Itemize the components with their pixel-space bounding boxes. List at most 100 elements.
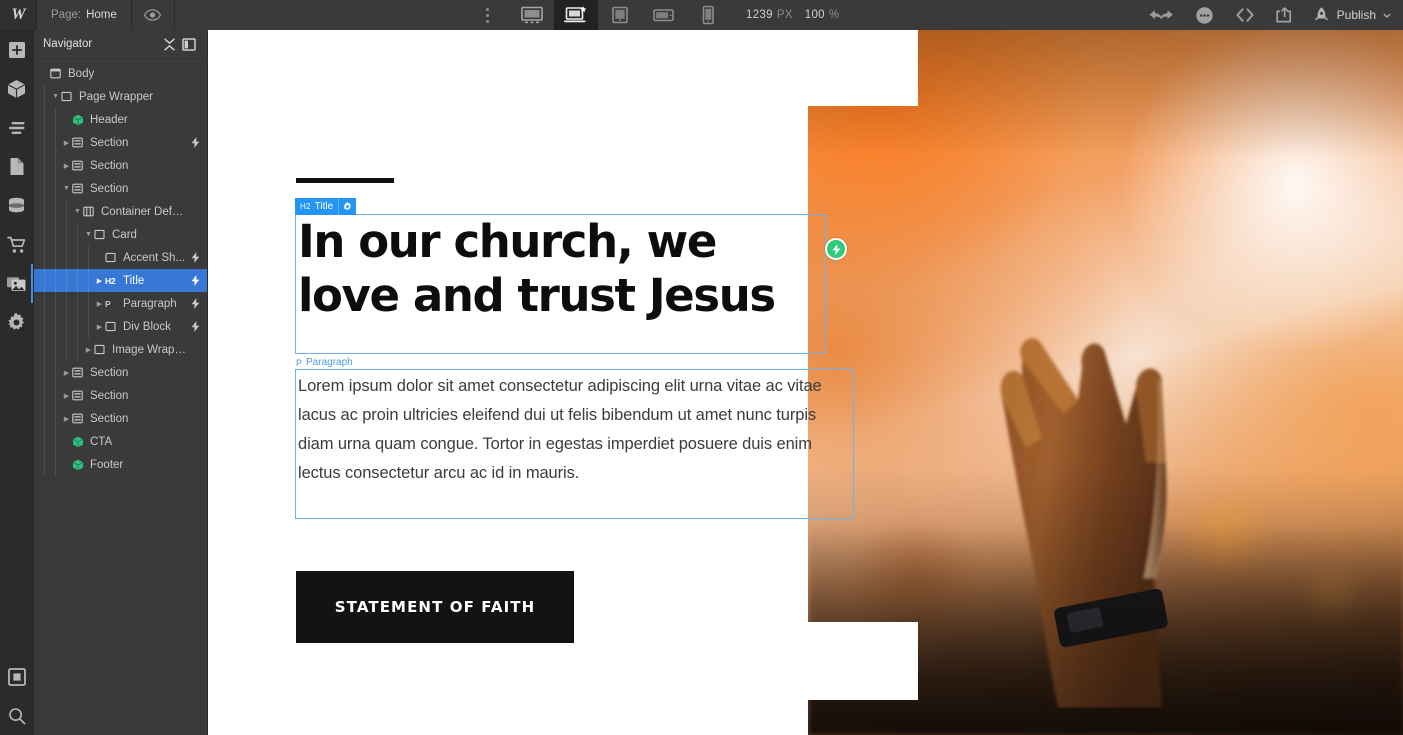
rail-assets[interactable] xyxy=(0,264,33,303)
gear-icon[interactable] xyxy=(338,198,356,215)
navigator-item-label: Footer xyxy=(90,458,124,471)
disclosure-arrow[interactable]: ▼ xyxy=(50,93,61,100)
device-tablet-button[interactable] xyxy=(598,0,642,30)
body-icon xyxy=(50,68,65,79)
interaction-bolt-icon xyxy=(189,252,201,263)
navigator-item-image-wrapper[interactable]: ▶ Image Wrapper xyxy=(33,338,207,361)
interaction-bolt-icon xyxy=(189,137,201,148)
canvas-options-button[interactable] xyxy=(464,0,510,30)
navigator-tree: Body ▼ Page Wrapper Header ▶ Section ▶ Section ▼… xyxy=(33,59,207,476)
component-icon xyxy=(72,114,87,126)
disclosure-arrow[interactable]: ▶ xyxy=(61,392,72,400)
publish-label: Publish xyxy=(1336,8,1377,22)
navigator-item-section[interactable]: ▶ Section xyxy=(33,154,207,177)
accent-shape[interactable] xyxy=(296,178,394,183)
rail-audit-panel[interactable] xyxy=(0,657,33,696)
viewport-size-display[interactable]: 1239 PX 100 % xyxy=(730,0,855,30)
title-selection-badge[interactable]: H2 Title xyxy=(295,198,357,215)
comment-bubble-icon xyxy=(1196,6,1213,24)
rail-components[interactable] xyxy=(0,69,33,108)
device-base-button[interactable] xyxy=(554,0,599,30)
navigator-item-body[interactable]: Body xyxy=(33,62,207,85)
viewport-width-value: 1239 xyxy=(746,9,773,21)
device-mobile-portrait-button[interactable] xyxy=(686,0,730,30)
navigator-item-page-wrapper[interactable]: ▼ Page Wrapper xyxy=(33,85,207,108)
disclosure-arrow[interactable]: ▼ xyxy=(61,185,72,192)
collapse-all-button[interactable] xyxy=(159,34,179,54)
disclosure-arrow[interactable]: ▶ xyxy=(61,139,72,147)
device-desktop-button[interactable] xyxy=(510,0,554,30)
disclosure-arrow[interactable]: ▶ xyxy=(61,415,72,423)
database-icon xyxy=(9,197,24,212)
title-selection-box[interactable]: H2 Title In our church, we love and trus… xyxy=(295,198,826,354)
section-icon xyxy=(72,183,87,194)
panel-toggle-button[interactable] xyxy=(179,34,199,54)
page-selector[interactable]: Page: Home xyxy=(36,0,132,30)
publish-button[interactable]: Publish xyxy=(1305,0,1403,30)
preview-toggle-button[interactable] xyxy=(132,0,175,30)
navigator-item-cta[interactable]: CTA xyxy=(33,430,207,453)
rail-search[interactable] xyxy=(0,696,33,735)
device-mobile-landscape-button[interactable] xyxy=(642,0,686,30)
rail-settings[interactable] xyxy=(0,303,33,342)
navigator-item-label: Paragraph xyxy=(123,297,177,310)
laptop-star-icon xyxy=(564,6,587,23)
navigator-item-label: Accent Sh... xyxy=(123,251,186,264)
rail-cms[interactable] xyxy=(0,186,33,225)
navigator-item-paragraph[interactable]: ▶ P Paragraph xyxy=(33,292,207,315)
webflow-logo[interactable]: W xyxy=(0,0,36,30)
div-icon xyxy=(94,344,109,355)
navigator-item-section[interactable]: ▶ Section xyxy=(33,384,207,407)
rail-pages[interactable] xyxy=(0,147,33,186)
navigator-item-section[interactable]: ▶ Section xyxy=(33,361,207,384)
rail-ecommerce[interactable] xyxy=(0,225,33,264)
disclosure-arrow[interactable]: ▶ xyxy=(94,300,105,308)
paragraph-hover-box[interactable]: P Paragraph Lorem ipsum dolor sit amet c… xyxy=(295,357,854,519)
disclosure-arrow[interactable]: ▶ xyxy=(61,369,72,377)
rail-navigator[interactable] xyxy=(0,108,33,147)
section-icon xyxy=(72,160,87,171)
statement-of-faith-button[interactable]: STATEMENT OF FAITH xyxy=(296,571,574,643)
div-icon xyxy=(105,321,120,332)
disclosure-arrow[interactable]: ▼ xyxy=(72,208,83,215)
navigator-header: Navigator xyxy=(33,30,207,59)
comments-button[interactable] xyxy=(1185,0,1225,30)
dot xyxy=(485,13,489,17)
navigator-panel: Navigator Body ▼ Page Wrapper Header ▶ Sectio… xyxy=(33,30,208,735)
rail-add-elements[interactable] xyxy=(0,30,33,69)
undo-redo-arrows-icon xyxy=(1149,10,1173,20)
code-brackets-icon xyxy=(1236,8,1254,22)
disclosure-arrow[interactable]: ▼ xyxy=(83,231,94,238)
disclosure-arrow[interactable]: ▶ xyxy=(94,277,105,285)
navigator-item-footer[interactable]: Footer xyxy=(33,453,207,476)
navigator-item-accent-sh[interactable]: Accent Sh... xyxy=(33,246,207,269)
interaction-bolt-icon xyxy=(189,321,201,332)
navigator-item-label: Header xyxy=(90,113,128,126)
navigator-item-title[interactable]: ▶ H2 Title xyxy=(33,269,207,292)
top-toolbar: W Page: Home 1239 PX 100 % Publish xyxy=(0,0,1403,30)
navigator-item-div-block[interactable]: ▶ Div Block xyxy=(33,315,207,338)
share-button[interactable] xyxy=(1265,0,1305,30)
h2-icon: H2 xyxy=(105,275,116,286)
disclosure-arrow[interactable]: ▶ xyxy=(61,162,72,170)
disclosure-arrow[interactable]: ▶ xyxy=(94,323,105,331)
layers-list-icon xyxy=(8,121,24,134)
navigator-item-container-default[interactable]: ▼ Container Default xyxy=(33,200,207,223)
disclosure-arrow[interactable]: ▶ xyxy=(83,346,94,354)
navigator-item-header[interactable]: Header xyxy=(33,108,207,131)
title-badge-name: Title xyxy=(314,201,334,212)
title-badge-tag: H2 xyxy=(300,202,311,211)
undo-button[interactable] xyxy=(1145,0,1185,30)
navigator-item-section[interactable]: ▶ Section xyxy=(33,407,207,430)
rocket-icon xyxy=(1314,7,1329,21)
gear-icon xyxy=(8,313,24,330)
navigator-item-section[interactable]: ▼ Section xyxy=(33,177,207,200)
code-button[interactable] xyxy=(1225,0,1265,30)
interaction-node[interactable] xyxy=(825,238,847,260)
div-icon xyxy=(94,229,109,240)
paragraph-badge-tag: P xyxy=(296,357,303,368)
dot xyxy=(485,7,489,11)
navigator-item-card[interactable]: ▼ Card xyxy=(33,223,207,246)
section-icon xyxy=(72,390,87,401)
navigator-item-section[interactable]: ▶ Section xyxy=(33,131,207,154)
